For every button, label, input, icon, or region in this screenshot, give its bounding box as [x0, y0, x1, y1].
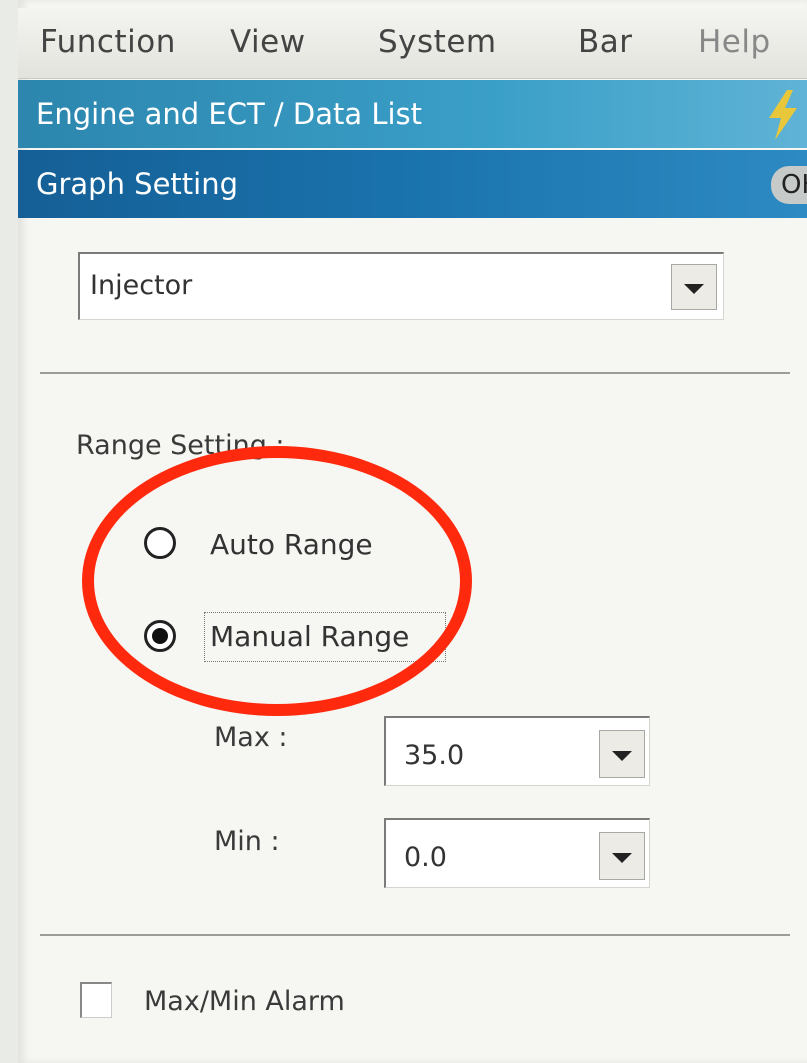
item-select-value: Injector: [90, 270, 193, 301]
menu-bar: Function View System Bar Help: [18, 8, 807, 79]
chevron-down-icon: [684, 284, 704, 294]
max-value: 35.0: [404, 740, 465, 771]
menu-system[interactable]: System: [378, 24, 497, 60]
page-title: Engine and ECT / Data List: [36, 97, 423, 131]
ok-button[interactable]: OK: [771, 166, 807, 204]
min-label: Min :: [214, 826, 280, 857]
radio-selected-dot: [152, 628, 168, 644]
chevron-down-icon: [612, 751, 632, 761]
divider: [40, 372, 790, 374]
lightning-icon: [765, 90, 801, 147]
max-label: Max :: [214, 722, 288, 753]
min-dropdown-button[interactable]: [599, 832, 645, 880]
auto-range-label[interactable]: Auto Range: [210, 528, 373, 561]
max-select[interactable]: 35.0: [384, 716, 650, 786]
menu-view[interactable]: View: [230, 24, 306, 60]
manual-range-radio[interactable]: [144, 620, 176, 652]
max-dropdown-button[interactable]: [599, 730, 645, 778]
menu-help[interactable]: Help: [698, 24, 771, 60]
item-select[interactable]: Injector: [78, 252, 724, 320]
device-screen: Function View System Bar Help Engine and…: [18, 0, 807, 1063]
alarm-checkbox[interactable]: [80, 982, 112, 1018]
title-bar: Engine and ECT / Data List: [18, 80, 807, 148]
menu-bar-item[interactable]: Bar: [578, 24, 633, 60]
chevron-down-icon: [612, 853, 632, 863]
min-select[interactable]: 0.0: [384, 818, 650, 888]
range-setting-label: Range Setting :: [76, 430, 285, 461]
menu-function[interactable]: Function: [40, 24, 176, 60]
manual-range-label[interactable]: Manual Range: [210, 620, 409, 653]
item-select-dropdown-button[interactable]: [671, 264, 717, 310]
section-title: Graph Setting: [36, 167, 239, 201]
min-value: 0.0: [404, 842, 447, 873]
divider: [40, 934, 790, 936]
auto-range-radio[interactable]: [144, 527, 176, 559]
alarm-label[interactable]: Max/Min Alarm: [144, 986, 345, 1017]
graph-setting-bar: Graph Setting OK: [18, 150, 807, 218]
